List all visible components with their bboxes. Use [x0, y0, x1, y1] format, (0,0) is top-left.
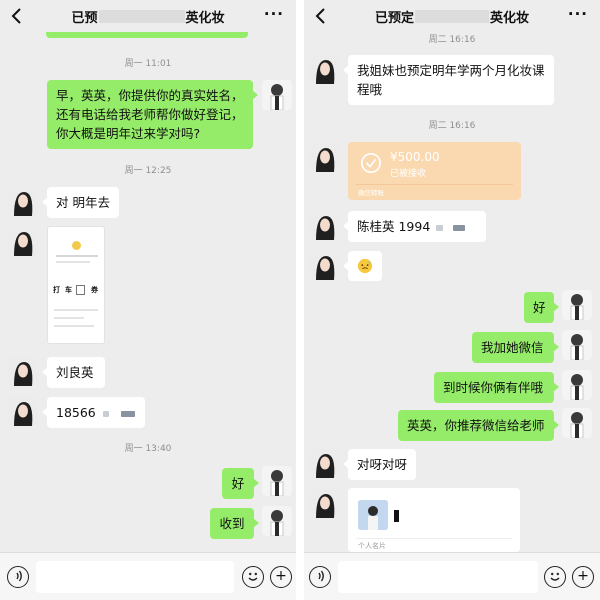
contact-card-name-redaction: [394, 510, 399, 522]
contact-avatar[interactable]: [310, 210, 340, 240]
chat-pane-right: 已预定 英化妆 ··· 周二 16:16 我姐妹也预定明年学两个月化妆课程哦 周二…: [304, 0, 600, 600]
transfer-amount: ¥500.00: [390, 150, 440, 164]
contact-avatar[interactable]: [310, 250, 340, 280]
contact-avatar[interactable]: [310, 448, 340, 478]
chat-header: 已预 英化妆 ···: [0, 0, 296, 32]
contact-avatar[interactable]: [8, 396, 38, 426]
timestamp: 周一 13:40: [124, 444, 172, 454]
redaction: [436, 224, 444, 231]
my-avatar[interactable]: [262, 80, 292, 110]
chat-title: 已预 英化妆: [0, 7, 296, 26]
message-bubble-contact[interactable]: 我姐妹也预定明年学两个月化妆课程哦: [343, 55, 554, 105]
my-avatar[interactable]: [562, 330, 592, 360]
ticket-char: 券: [91, 286, 98, 294]
contact-card-photo: [358, 500, 388, 530]
image-line: [54, 317, 84, 319]
input-bar: +: [0, 552, 296, 600]
chat-title-start: 已预定: [374, 11, 414, 26]
my-avatar[interactable]: [562, 408, 592, 438]
title-redaction: [415, 10, 489, 23]
title-redaction: [98, 10, 185, 23]
image-line: [54, 309, 98, 311]
message-input[interactable]: [338, 561, 538, 593]
message-bubble-mine[interactable]: 早，英英，你提供你的真实姓名，还有电话给我老师帮你做好登记，你大概是明年过来学对…: [47, 80, 258, 149]
ticket-char: 车: [65, 286, 72, 294]
image-line: [56, 261, 90, 263]
image-line: [54, 325, 94, 327]
ticket-box: [76, 285, 85, 295]
message-bubble-mine[interactable]: 好: [524, 292, 559, 323]
more-icon[interactable]: ···: [264, 5, 284, 23]
message-bubble-mine[interactable]: 收到: [210, 508, 259, 539]
chat-title-end: 英化妆: [185, 11, 225, 26]
image-coin-icon: [72, 241, 81, 250]
contact-avatar[interactable]: [8, 356, 38, 386]
input-bar: +: [304, 552, 600, 600]
message-bubble-mine[interactable]: 我加她微信: [472, 332, 559, 363]
chat-title-end: 英化妆: [490, 11, 530, 26]
chat-screenshot-collage: 已预 英化妆 ··· 周一 11:01 早，英英，你提供你的真实姓名，还有电话给我…: [0, 0, 600, 600]
timestamp: 周一 11:01: [124, 59, 172, 69]
contact-card-divider: [356, 538, 512, 539]
chat-header: 已预定 英化妆 ···: [304, 0, 600, 32]
name-phone-partial: 陈桂英 1994: [357, 219, 431, 234]
redaction: [453, 224, 466, 231]
message-bubble-contact[interactable]: 对呀对呀: [343, 449, 416, 480]
transfer-card[interactable]: ¥500.00 已被接收 微信转账: [348, 142, 521, 200]
emoji-icon[interactable]: [544, 566, 566, 588]
timestamp: 周一 12:25: [124, 166, 172, 176]
image-line: [56, 255, 98, 257]
message-bubble-contact[interactable]: 刘良英: [42, 357, 105, 388]
my-avatar[interactable]: [562, 290, 592, 320]
my-avatar[interactable]: [262, 466, 292, 496]
contact-card-label: 个人名片: [358, 542, 386, 550]
timestamp: 周二 16:16: [428, 121, 476, 131]
image-ticket-row: 打 车 券: [51, 283, 103, 297]
message-input[interactable]: [36, 561, 234, 593]
timestamp: 周二 16:16: [428, 35, 476, 45]
contact-avatar[interactable]: [310, 488, 340, 518]
redaction: [120, 410, 135, 417]
phone-number-partial: 18566: [56, 405, 96, 420]
redaction: [102, 410, 109, 417]
contact-avatar[interactable]: [310, 54, 340, 84]
contact-avatar[interactable]: [310, 142, 340, 172]
chat-pane-left: 已预 英化妆 ··· 周一 11:01 早，英英，你提供你的真实姓名，还有电话给我…: [0, 0, 296, 600]
sweat-smile-emoji-icon: [357, 258, 373, 274]
message-bubble-contact[interactable]: 陈桂英 1994: [343, 211, 486, 242]
more-icon[interactable]: ···: [568, 5, 588, 23]
message-bubble-contact[interactable]: [343, 251, 382, 281]
transfer-footer: 微信转账: [358, 189, 384, 197]
voice-icon[interactable]: [7, 566, 29, 588]
message-bubble-mine[interactable]: 英英，你推荐微信给老师: [398, 410, 559, 441]
chat-title: 已预定 英化妆: [304, 7, 600, 26]
message-bubble-contact[interactable]: 对 明年去: [42, 187, 119, 218]
chat-title-start: 已预: [71, 11, 98, 26]
plus-icon[interactable]: +: [270, 566, 292, 588]
message-bubble-mine[interactable]: 好: [222, 468, 259, 499]
image-message[interactable]: 打 车 券: [47, 226, 105, 344]
my-avatar[interactable]: [262, 506, 292, 536]
contact-avatar[interactable]: [8, 186, 38, 216]
message-bubble-mine[interactable]: 到时候你俩有伴哦: [434, 372, 559, 403]
contact-card[interactable]: 个人名片: [348, 488, 520, 552]
voice-icon[interactable]: [309, 566, 331, 588]
message-bubble-contact[interactable]: 18566: [42, 397, 145, 428]
ticket-char: 打: [53, 286, 60, 294]
transfer-status: 已被接收: [390, 169, 427, 179]
contact-avatar[interactable]: [8, 226, 38, 256]
plus-icon[interactable]: +: [572, 566, 594, 588]
transfer-divider: [356, 184, 513, 185]
pane-divider: [296, 0, 304, 600]
check-circle-icon: [361, 153, 381, 173]
emoji-icon[interactable]: [242, 566, 264, 588]
my-avatar[interactable]: [562, 370, 592, 400]
